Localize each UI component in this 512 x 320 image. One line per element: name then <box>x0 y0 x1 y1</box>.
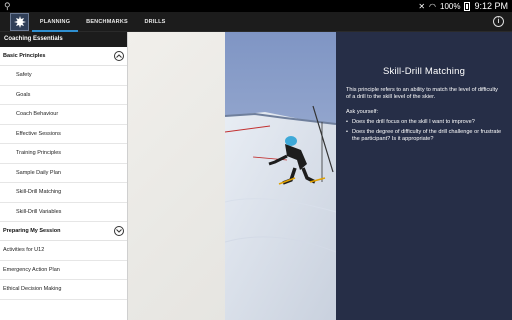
sidebar-item-training-principles[interactable]: Training Principles <box>0 144 127 164</box>
section-label: Preparing My Session <box>3 228 61 234</box>
expand-icon[interactable] <box>114 226 124 236</box>
tab-benchmarks[interactable]: BENCHMARKS <box>78 12 136 32</box>
tab-bar: PLANNING BENCHMARKS DRILLS <box>32 12 174 32</box>
ask-yourself-label: Ask yourself: <box>346 109 379 115</box>
battery-percent: 100% <box>440 1 461 11</box>
info-icon[interactable]: i <box>493 16 504 27</box>
section-basic-principles[interactable]: Basic Principles <box>0 47 127 66</box>
section-label: Basic Principles <box>3 53 46 59</box>
panel-title: Skill-Drill Matching <box>382 66 466 77</box>
skier-photo <box>225 32 336 320</box>
section-preparing-my-session[interactable]: Preparing My Session <box>0 222 127 241</box>
usb-icon: ⚲ <box>4 1 11 11</box>
mute-icon: ✕ <box>418 1 426 11</box>
sidebar-item-activities-u12[interactable]: Activities for U12 <box>0 241 127 261</box>
sidebar: Coaching Essentials Basic Principles Saf… <box>0 32 128 320</box>
tab-benchmarks-label: BENCHMARKS <box>86 19 128 25</box>
panel-intro: This principle refers to an ability to m… <box>346 87 498 100</box>
tab-drills-label: DRILLS <box>144 19 166 25</box>
paper-texture-background <box>128 32 225 320</box>
clock: 9:12 PM <box>474 1 508 11</box>
list-item: Does the degree of difficulty of the dri… <box>346 129 502 143</box>
sidebar-item-coach-behaviour[interactable]: Coach Behaviour <box>0 105 127 125</box>
sidebar-header: Coaching Essentials <box>0 32 127 47</box>
status-bar: ⚲ ✕ ◠ 100% 9:12 PM <box>0 0 512 12</box>
sidebar-item-ethical-decision-making[interactable]: Ethical Decision Making <box>0 280 127 300</box>
app-bar: PLANNING BENCHMARKS DRILLS i <box>0 12 512 32</box>
sidebar-item-sample-daily-plan[interactable]: Sample Daily Plan <box>0 164 127 183</box>
sidebar-item-goals[interactable]: Goals <box>0 86 127 105</box>
sidebar-item-skill-drill-variables[interactable]: Skill-Drill Variables <box>0 203 127 222</box>
tab-drills[interactable]: DRILLS <box>136 12 174 32</box>
tab-planning[interactable]: PLANNING <box>32 12 78 32</box>
info-panel: Skill-Drill Matching This principle refe… <box>336 32 512 320</box>
sidebar-item-safety[interactable]: Safety <box>0 66 127 86</box>
tab-planning-label: PLANNING <box>39 19 71 25</box>
sidebar-item-emergency-action-plan[interactable]: Emergency Action Plan <box>0 261 127 280</box>
sidebar-item-effective-sessions[interactable]: Effective Sessions <box>0 125 127 144</box>
app-logo-icon[interactable] <box>10 13 29 31</box>
list-item: Does the drill focus on the skill I want… <box>346 119 502 126</box>
main-content: Skill-Drill Matching This principle refe… <box>128 32 512 320</box>
collapse-icon[interactable] <box>114 51 124 61</box>
status-icons: ✕ ◠ 100% 9:12 PM <box>418 0 508 12</box>
wifi-icon: ◠ <box>429 1 436 11</box>
question-list: Does the drill focus on the skill I want… <box>346 119 502 143</box>
sidebar-item-skill-drill-matching[interactable]: Skill-Drill Matching <box>0 183 127 203</box>
battery-icon <box>464 1 471 11</box>
